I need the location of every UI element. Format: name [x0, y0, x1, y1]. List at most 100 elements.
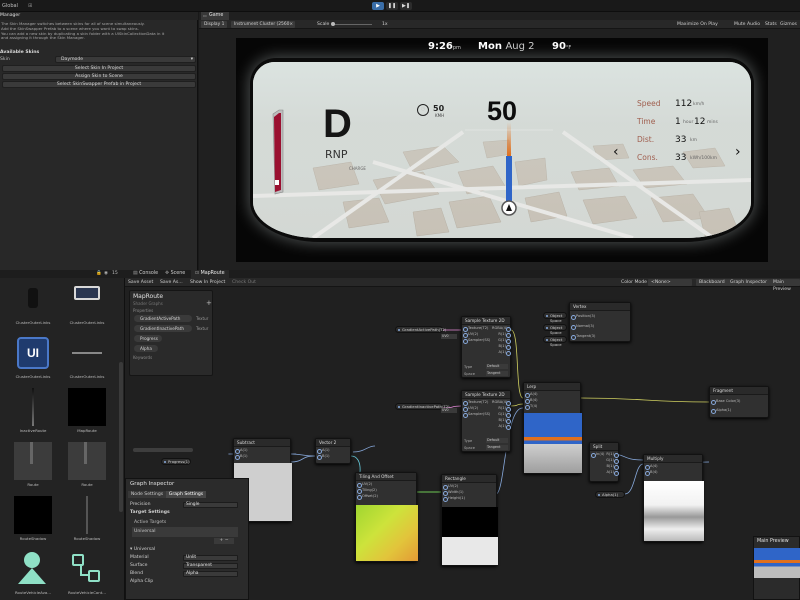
- asset-thumbnail[interactable]: [14, 442, 52, 480]
- tiling-offset-node[interactable]: Tiling And Offset UV(2) Tiling(2) Offset…: [355, 472, 418, 562]
- property-pill[interactable]: GradientActivePath: [134, 315, 192, 322]
- asset-thumbnail[interactable]: [68, 280, 106, 318]
- add-remove-target[interactable]: + −: [214, 538, 234, 544]
- asset-thumbnail[interactable]: [14, 388, 52, 426]
- node-port[interactable]: Offset(2): [356, 493, 416, 500]
- game-render[interactable]: 9:26pm Mon Aug 2 90°F ‹ › D RNP CHARGE ◷…: [236, 38, 768, 262]
- lerp-node[interactable]: Lerp A(4) B(4) T(4) Out(4): [523, 382, 582, 474]
- main-preview-render[interactable]: [754, 548, 800, 578]
- vector2-node[interactable]: Vector 2 A(1) B(1): [315, 438, 351, 464]
- node-port[interactable]: A(1): [602, 469, 620, 476]
- property-pill[interactable]: Progress: [134, 335, 162, 342]
- node-port[interactable]: B(1): [316, 453, 350, 460]
- asset-thumbnail[interactable]: [14, 280, 52, 318]
- property-node-inactive[interactable]: GradientInactivePath(T2): [395, 403, 450, 410]
- asset-thumbnail[interactable]: [68, 496, 106, 534]
- node-port[interactable]: Normal(3): [570, 323, 630, 330]
- fragment-block[interactable]: Fragment Base Color(3) Alpha(1): [709, 386, 769, 418]
- uv-input[interactable]: UV0: [441, 334, 457, 339]
- prev-arrow-icon[interactable]: ‹: [613, 144, 619, 160]
- sample-texture-node-1[interactable]: Sample Texture 2D Texture(T2) UV(2) Samp…: [461, 316, 511, 378]
- property-node-progress[interactable]: Progress(1): [161, 458, 191, 465]
- node-dropdown[interactable]: Tangent: [486, 371, 508, 376]
- property-node-active[interactable]: GradientActivePath(T2): [395, 326, 446, 333]
- skin-dropdown[interactable]: Daymode ▾: [55, 56, 196, 63]
- asset-thumbnail[interactable]: [14, 550, 52, 588]
- lock-icon[interactable]: 🔒: [96, 271, 102, 276]
- pivot-icon[interactable]: ⊞: [28, 0, 32, 12]
- node-dropdown[interactable]: Default: [486, 364, 508, 369]
- asset-thumbnail[interactable]: [68, 334, 106, 372]
- uv-input[interactable]: UV0: [441, 408, 457, 413]
- global-toggle[interactable]: Global: [2, 0, 18, 12]
- node-port[interactable]: Base Color(3): [710, 398, 768, 405]
- multiply-node[interactable]: Multiply A(4) B(4) Out(4): [643, 454, 704, 542]
- surface-dropdown[interactable]: Transparent: [183, 562, 238, 569]
- blackboard: MapRoute Shader Graphs + Properties Grad…: [129, 290, 213, 376]
- tab-graph-settings[interactable]: Graph Settings: [166, 491, 206, 498]
- object-space-input[interactable]: Object Space: [543, 336, 567, 347]
- step-button[interactable]: ▶❚: [400, 2, 412, 10]
- node-port[interactable]: Alpha(1): [710, 407, 768, 414]
- tab-node-settings[interactable]: Node Settings: [128, 491, 166, 498]
- select-skin-button[interactable]: Select Skin In Project: [2, 65, 196, 72]
- add-property-icon[interactable]: +: [206, 299, 212, 307]
- rectangle-node[interactable]: Rectangle UV(2) Width(1) Height(1) Out(1…: [441, 474, 498, 566]
- asset-thumbnail[interactable]: [68, 442, 106, 480]
- select-prefab-button[interactable]: Select SkinSwapper Prefab in Project: [2, 81, 196, 88]
- scale-slider-handle[interactable]: [331, 22, 335, 26]
- node-dropdown[interactable]: Tangent: [486, 445, 508, 450]
- target-list-item[interactable]: Universal: [132, 527, 238, 537]
- asset-thumbnail[interactable]: UI: [14, 334, 52, 372]
- node-port[interactable]: T(4): [524, 403, 580, 410]
- node-field-label: Type: [464, 365, 473, 369]
- node-port[interactable]: Height(1): [442, 495, 496, 502]
- graph-inspector-title: Graph Inspector: [130, 481, 175, 487]
- scale-slider[interactable]: [331, 22, 372, 26]
- gizmos-toggle[interactable]: Gizmos: [780, 20, 797, 29]
- play-button[interactable]: ▶: [372, 2, 384, 10]
- node-port[interactable]: B(1): [234, 453, 290, 460]
- sample-texture-node-2[interactable]: Sample Texture 2D Texture(T2) UV(2) Samp…: [461, 390, 511, 452]
- property-pill[interactable]: GradientInactivePath: [134, 325, 192, 332]
- node-port[interactable]: B(4): [644, 469, 702, 476]
- route-remaining: [507, 122, 511, 156]
- stats-toggle[interactable]: Stats: [765, 20, 777, 29]
- gear-modes: RNP: [325, 148, 348, 161]
- resolution-dropdown[interactable]: Instrument Cluster (2560×: [231, 21, 295, 28]
- asset-thumbnail[interactable]: [68, 388, 106, 426]
- skin-manager-tab[interactable]: Manager: [0, 12, 198, 20]
- universal-section[interactable]: ▾ Universal: [130, 546, 240, 553]
- pause-button[interactable]: ❚❚: [386, 2, 398, 10]
- project-scrollbar[interactable]: [119, 362, 123, 512]
- node-port[interactable]: Tangent(3): [570, 333, 630, 340]
- maximize-on-play-toggle[interactable]: Maximize On Play: [677, 20, 718, 29]
- graph-hscrollbar[interactable]: [133, 448, 193, 452]
- chevron-down-icon: ▾: [190, 57, 193, 62]
- stat-label: Speed: [637, 99, 661, 108]
- assign-skin-button[interactable]: Assign Skin to Scene: [2, 73, 196, 80]
- property-pill[interactable]: Alpha: [134, 345, 158, 352]
- vertex-block[interactable]: Vertex Position(3) Normal(3) Tangent(3): [569, 302, 631, 342]
- blend-dropdown[interactable]: Alpha: [183, 570, 238, 577]
- mute-audio-toggle[interactable]: Mute Audio: [734, 20, 760, 29]
- split-node[interactable]: Split In(4) R(1) G(1) B(1) A(1): [589, 442, 619, 482]
- stat-unit: hour: [683, 120, 694, 125]
- game-toolbar: Display 1 Instrument Cluster (2560× Scal…: [199, 20, 800, 29]
- node-preview: [524, 413, 582, 473]
- asset-thumbnail[interactable]: [68, 550, 106, 588]
- node-port[interactable]: A(1): [492, 349, 512, 356]
- precision-dropdown[interactable]: Single: [183, 501, 238, 508]
- node-port[interactable]: Position(3): [570, 313, 630, 320]
- asset-thumbnail[interactable]: [14, 496, 52, 534]
- material-dropdown[interactable]: Unlit: [183, 554, 238, 561]
- object-space-input[interactable]: Object Space: [543, 324, 567, 335]
- eye-icon[interactable]: ◉: [104, 271, 108, 276]
- display-dropdown[interactable]: Display 1: [201, 21, 227, 28]
- object-space-input[interactable]: Object Space: [543, 312, 567, 323]
- node-port[interactable]: A(1): [492, 423, 512, 430]
- property-node-alpha[interactable]: Alpha(1): [595, 491, 625, 498]
- node-dropdown[interactable]: Default: [486, 438, 508, 443]
- tab-game[interactable]: ▭ Game: [201, 12, 229, 20]
- keywords-section: Keywords: [133, 355, 153, 360]
